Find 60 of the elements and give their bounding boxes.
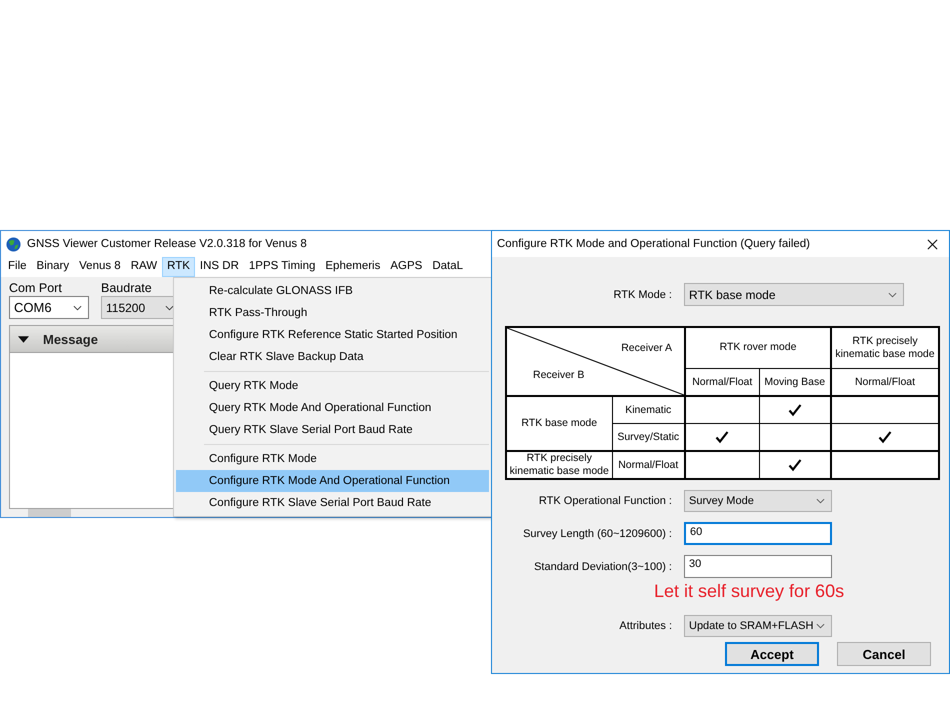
com-port-dropdown[interactable]: COM6 (9, 296, 89, 319)
header-cell: Receiver B (533, 369, 584, 381)
check-icon (715, 430, 730, 444)
chevron-down-icon (73, 304, 82, 310)
annotation-text: Let it self survey for 60s (654, 581, 844, 602)
check-icon (788, 458, 802, 472)
input-field[interactable]: 60 (684, 522, 832, 546)
menu-item[interactable]: Query RTK Mode And Operational Function (176, 397, 489, 419)
chevron-down-icon (888, 292, 897, 298)
header-cell: Moving Base (764, 376, 826, 388)
menu-item[interactable]: AGPS (385, 257, 428, 277)
header-cell: Normal/Float (854, 376, 916, 388)
dropdown-field[interactable]: Survey Mode (684, 490, 832, 512)
rtk-mode-dropdown[interactable]: RTK base mode (684, 283, 904, 306)
dialog-button[interactable]: Cancel (837, 642, 931, 666)
header-cell: RTK rover mode (720, 341, 796, 355)
menu-item[interactable]: File (3, 257, 32, 277)
menu-item[interactable]: Configure RTK Slave Serial Port Baud Rate (176, 492, 489, 514)
chevron-down-icon (816, 623, 825, 630)
field-label: Survey Length (60~1209600) : (522, 528, 672, 540)
check-icon (788, 403, 802, 417)
row-header-cell: Normal/Float (618, 459, 678, 472)
menu-item[interactable]: RAW (126, 257, 162, 277)
menu-item[interactable]: Configure RTK Mode (176, 448, 489, 470)
baudrate-label: Baudrate (101, 281, 153, 295)
close-icon[interactable] (927, 238, 938, 250)
chevron-down-icon (165, 304, 174, 310)
input-field[interactable]: 30 (684, 555, 832, 578)
window-title: GNSS Viewer Customer Release V2.0.318 for Venus 8 (27, 238, 307, 250)
menu-item[interactable]: Ephemeris (320, 257, 386, 277)
dialog-button[interactable]: Accept (725, 642, 819, 666)
dialog-title: Configure RTK Mode and Operational Function (Query failed) (497, 238, 810, 250)
header-cell: Receiver A (621, 342, 672, 354)
menu-item[interactable]: Configure RTK Reference Static Started Position (176, 324, 489, 346)
menu-item[interactable]: DataL (427, 257, 468, 277)
row-header-cell-text: RTK precisely kinematic base mode (508, 452, 610, 478)
field-label: RTK Operational Function : (538, 495, 672, 508)
menu-item[interactable]: RTK (162, 257, 195, 277)
check-icon (878, 430, 892, 444)
menu-item[interactable]: Venus 8 (74, 257, 126, 277)
menu-item[interactable]: Query RTK Slave Serial Port Baud Rate (176, 419, 489, 441)
menu-item[interactable]: Clear RTK Slave Backup Data (176, 346, 489, 368)
row-header-cell: RTK base mode (521, 416, 598, 430)
collapse-icon (18, 336, 29, 342)
row-header-cell: Survey/Static (617, 431, 680, 443)
rtk-mode-label: RTK Mode : (612, 288, 672, 300)
dropdown-field[interactable]: Update to SRAM+FLASH (684, 615, 832, 638)
menu-item[interactable]: 1PPS Timing (244, 257, 320, 277)
menu-item[interactable]: Query RTK Mode (176, 375, 489, 397)
header-cell: Normal/Float (692, 376, 752, 388)
field-label: Attributes : (618, 620, 672, 632)
globe-icon (6, 236, 21, 252)
chevron-down-icon (816, 498, 825, 504)
menu-item[interactable]: Configure RTK Mode And Operational Function (176, 470, 489, 492)
row-header-cell: Kinematic (625, 404, 672, 416)
menu-item[interactable]: Binary (32, 257, 74, 277)
menu-item[interactable]: INS DR (194, 257, 244, 277)
header-cell-text: RTK precisely kinematic base mode (834, 334, 936, 362)
field-label: Standard Deviation(3~100) : (533, 560, 672, 573)
com-port-label: Com Port (9, 281, 63, 295)
